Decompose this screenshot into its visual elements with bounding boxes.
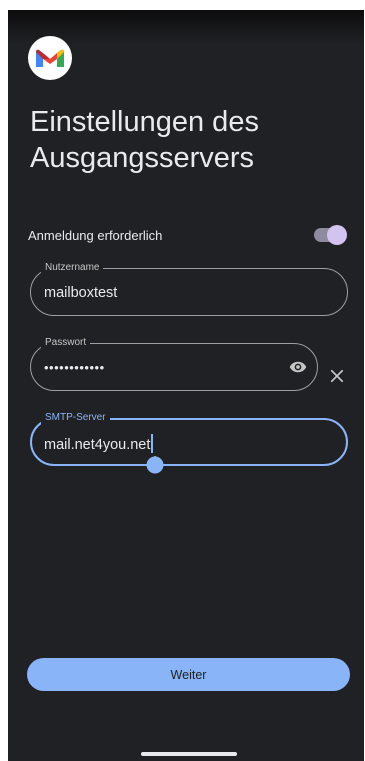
smtp-server-field[interactable]: SMTP-Server mail.net4you.net (30, 411, 348, 466)
password-label: Passwort (41, 336, 91, 350)
phone-screen: Einstellungen des Ausgangsservers Anmeld… (8, 10, 364, 761)
auth-required-label: Anmeldung erforderlich (28, 227, 163, 243)
username-field[interactable]: Nutzername mailboxtest (30, 261, 348, 316)
smtp-server-value-wrap: mail.net4you.net (44, 434, 153, 454)
gesture-nav-handle[interactable] (141, 752, 237, 756)
next-button[interactable]: Weiter (27, 658, 350, 691)
eye-icon[interactable] (288, 358, 308, 376)
password-field[interactable]: Passwort •••••••••••• (30, 336, 318, 391)
close-icon[interactable] (328, 367, 346, 385)
auth-required-row[interactable]: Anmeldung erforderlich (28, 222, 347, 248)
username-value: mailboxtest (44, 285, 118, 301)
toggle-knob (327, 225, 347, 245)
gmail-logo (28, 36, 72, 80)
password-value: •••••••••••• (44, 360, 105, 375)
auth-required-toggle[interactable] (314, 225, 347, 245)
cursor-handle-icon[interactable] (146, 456, 164, 474)
smtp-server-value: mail.net4you.net (44, 437, 151, 453)
username-label: Nutzername (41, 261, 104, 275)
text-cursor (151, 434, 153, 453)
page-title: Einstellungen des Ausgangsservers (30, 106, 259, 174)
gmail-m-icon (36, 49, 64, 67)
smtp-server-label: SMTP-Server (41, 411, 110, 425)
